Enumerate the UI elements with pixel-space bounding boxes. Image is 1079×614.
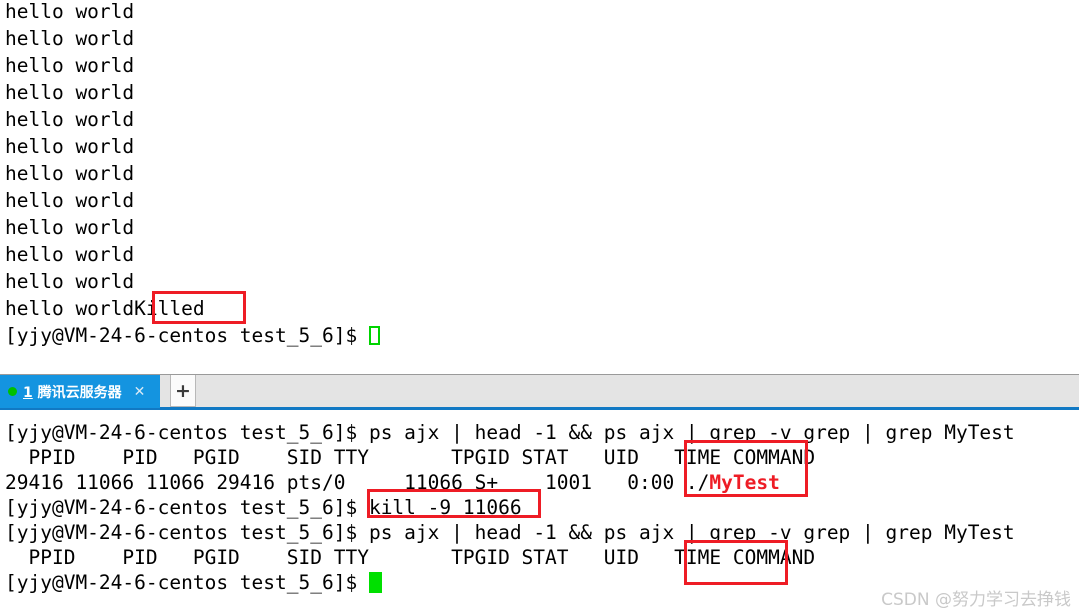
tab-index-label: 1 xyxy=(23,384,33,401)
terminal-output-line: hello world xyxy=(5,243,135,266)
terminal-output-line: hello world xyxy=(5,270,135,293)
terminal-output-line: hello world xyxy=(5,108,135,131)
shell-command: ps ajx | head -1 && ps ajx | grep -v gre… xyxy=(368,521,1015,544)
shell-prompt: [yjy@VM-24-6-centos test_5_6]$ xyxy=(5,521,369,544)
tab-tencent-cloud-server[interactable]: 1 腾讯云服务器 ✕ xyxy=(0,375,160,408)
terminal-killed-line: hello worldKilled xyxy=(5,295,205,322)
ps-row-fields: 29416 11066 11066 29416 pts/0 11066 S+ 1… xyxy=(5,471,686,494)
csdn-watermark: CSDN @努力学习去挣钱 xyxy=(881,590,1071,610)
tab-title-label: 腾讯云服务器 xyxy=(37,384,122,401)
killed-message: Killed xyxy=(134,297,205,320)
terminal-prompt-line: [yjy@VM-24-6-centos test_5_6]$ kill -9 1… xyxy=(5,495,522,520)
terminal-output-line: hello world xyxy=(5,135,135,158)
ps-header-row: PPID PID PGID SID TTY TPGID STAT UID TIM… xyxy=(5,546,816,569)
top-terminal-pane[interactable]: hello world hello world hello world hell… xyxy=(0,0,1079,374)
ps-header-row: PPID PID PGID SID TTY TPGID STAT UID TIM… xyxy=(5,446,816,469)
shell-prompt: [yjy@VM-24-6-centos test_5_6]$ xyxy=(5,421,369,444)
close-icon[interactable]: ✕ xyxy=(134,385,146,399)
terminal-output-line: hello world xyxy=(5,27,135,50)
tab-status-dot-icon xyxy=(8,387,17,396)
terminal-cursor-focused xyxy=(368,572,382,593)
terminal-output-line: hello world xyxy=(5,0,135,23)
terminal-prompt-line: [yjy@VM-24-6-centos test_5_6]$ ps ajx | … xyxy=(5,420,1015,445)
shell-prompt: [yjy@VM-24-6-centos test_5_6]$ xyxy=(5,324,369,347)
terminal-cursor-unfocused xyxy=(368,326,380,345)
shell-command: kill -9 11066 xyxy=(368,496,522,519)
terminal-prompt-line: [yjy@VM-24-6-centos test_5_6]$ xyxy=(5,322,380,349)
shell-prompt: [yjy@VM-24-6-centos test_5_6]$ xyxy=(5,571,369,594)
terminal-output-line: hello world xyxy=(5,54,135,77)
terminal-prompt-line: [yjy@VM-24-6-centos test_5_6]$ xyxy=(5,570,382,595)
ps-command-match: MyTest xyxy=(709,471,780,494)
terminal-tabbar: 1 腾讯云服务器 ✕ + xyxy=(0,374,1079,410)
new-tab-button[interactable]: + xyxy=(170,375,196,407)
terminal-output-line: hello world xyxy=(5,81,135,104)
shell-prompt: [yjy@VM-24-6-centos test_5_6]$ xyxy=(5,496,369,519)
ps-command-prefix: ./ xyxy=(685,471,710,494)
terminal-output-line: hello world xyxy=(5,189,135,212)
terminal-output-line: hello world xyxy=(5,216,135,239)
ps-data-row: 29416 11066 11066 29416 pts/0 11066 S+ 1… xyxy=(5,470,780,495)
terminal-output-text: hello world xyxy=(5,297,135,320)
shell-command: ps ajx | head -1 && ps ajx | grep -v gre… xyxy=(368,421,1015,444)
terminal-prompt-line: [yjy@VM-24-6-centos test_5_6]$ ps ajx | … xyxy=(5,520,1015,545)
terminal-output-line: hello world xyxy=(5,162,135,185)
tab-label: 1 腾讯云服务器 xyxy=(23,382,122,402)
bottom-terminal-pane[interactable]: [yjy@VM-24-6-centos test_5_6]$ ps ajx | … xyxy=(0,410,1079,614)
